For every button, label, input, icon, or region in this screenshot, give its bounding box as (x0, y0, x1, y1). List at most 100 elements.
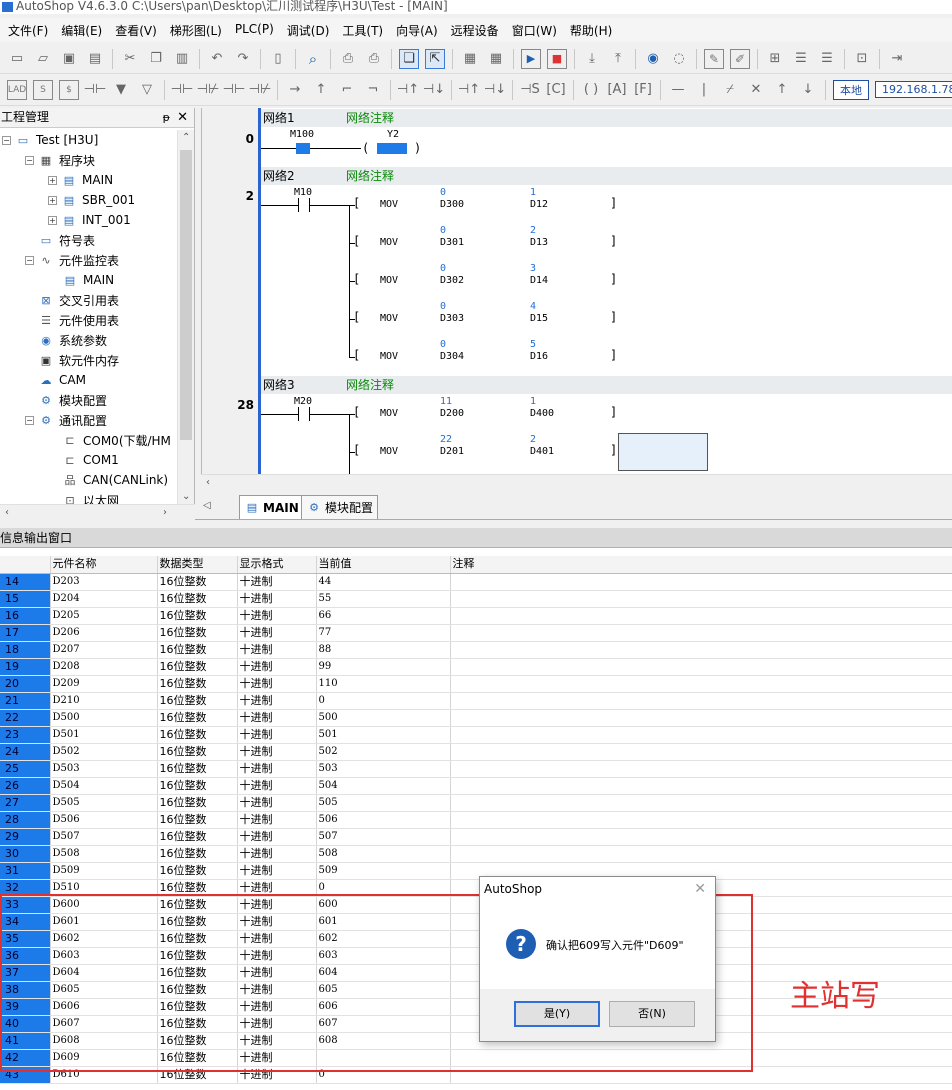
menu-file[interactable]: 文件(F) (0, 18, 53, 42)
new-file-icon[interactable]: ▭ (7, 49, 27, 69)
comment-cell[interactable] (450, 743, 952, 761)
comment-cell[interactable] (450, 828, 952, 846)
compile-icon[interactable]: ▦ (460, 49, 480, 69)
delete-vline-icon[interactable]: ✕ (746, 80, 766, 100)
step-down-icon[interactable]: ▼ (111, 80, 131, 100)
instruction-op[interactable]: MOV (380, 313, 398, 324)
compile-all-icon[interactable]: ▦ (486, 49, 506, 69)
save-all-icon[interactable]: ▤ (85, 49, 105, 69)
current-value-cell[interactable]: 99 (316, 658, 451, 676)
run-icon[interactable]: ▶ (521, 48, 541, 69)
current-value-cell[interactable]: 77 (316, 624, 451, 642)
ip-address-field[interactable]: 192.168.1.78 (875, 81, 952, 98)
window-cascade-icon[interactable]: ❏ (399, 48, 419, 69)
format-icon[interactable]: ☰ (791, 49, 811, 69)
element-name-cell[interactable]: D207 (50, 641, 158, 659)
network-header[interactable]: 网络3 网络注释 (261, 376, 952, 394)
display-format-cell[interactable]: 十进制 (237, 641, 317, 659)
move-up-icon[interactable]: ↑ (772, 80, 792, 100)
current-value-cell[interactable]: 500 (316, 709, 451, 727)
no-button[interactable]: 否(N) (609, 1001, 695, 1027)
element-name-cell[interactable]: D504 (50, 777, 158, 795)
dest-operand[interactable]: D400 (530, 408, 554, 419)
tree-node-cross-reference[interactable]: ⊠ 交叉引用表 (38, 290, 119, 310)
dest-operand[interactable]: D401 (530, 446, 554, 457)
current-value-cell[interactable]: 509 (316, 862, 451, 880)
lad-icon[interactable]: LAD (7, 79, 27, 100)
data-type-cell[interactable]: 16位整数 (157, 828, 238, 846)
data-type-cell[interactable]: 16位整数 (157, 794, 238, 812)
current-value-cell[interactable]: 502 (316, 743, 451, 761)
comment-cell[interactable] (450, 709, 952, 727)
tree-node-monitor-main[interactable]: ▤ MAIN (62, 270, 114, 290)
dest-operand[interactable]: D13 (530, 237, 548, 248)
menu-remote-device[interactable]: 远程设备 (443, 18, 504, 42)
element-name-cell[interactable]: D509 (50, 862, 158, 880)
current-value-cell[interactable]: 66 (316, 607, 451, 625)
column-header[interactable]: 数据类型 (157, 556, 238, 574)
contact-b-icon[interactable]: ⊣⊬ (197, 80, 220, 100)
stop-icon[interactable]: ■ (547, 48, 567, 69)
column-header[interactable]: 元件名称 (50, 556, 158, 574)
display-format-cell[interactable]: 十进制 (237, 624, 317, 642)
window-export-icon[interactable]: ⇱ (425, 48, 445, 69)
paste-icon[interactable]: ▥ (172, 49, 192, 69)
table-row[interactable]: 22 D500 16位整数 十进制 500 (0, 709, 952, 727)
element-name-cell[interactable]: D210 (50, 692, 158, 710)
function-f-icon[interactable]: [F] (633, 80, 653, 100)
lock-icon[interactable]: ⊡ (852, 49, 872, 69)
tab-module-config[interactable]: ⚙ 模块配置 (301, 495, 379, 519)
expand-icon[interactable]: + (48, 175, 57, 185)
comment-cell[interactable] (450, 811, 952, 829)
element-name-cell[interactable]: D501 (50, 726, 158, 744)
tab-main[interactable]: ▤ MAIN (239, 495, 304, 519)
element-name-cell[interactable]: D502 (50, 743, 158, 761)
data-type-cell[interactable]: 16位整数 (157, 658, 238, 676)
tree-node-com1[interactable]: ⊏ COM1 (62, 450, 118, 470)
current-value-cell[interactable]: 503 (316, 760, 451, 778)
element-name-cell[interactable]: D208 (50, 658, 158, 676)
network-comment[interactable]: 网络注释 (346, 109, 394, 127)
menu-plc[interactable]: PLC(P) (227, 18, 279, 42)
table-row[interactable]: 25 D503 16位整数 十进制 503 (0, 760, 952, 778)
parallel-rising-icon[interactable]: ⊣↑ (458, 80, 480, 100)
dest-operand[interactable]: D14 (530, 275, 548, 286)
tree-node-main[interactable]: + ▤ MAIN (48, 170, 113, 190)
horizontal-line-icon[interactable]: → (285, 80, 305, 100)
data-type-cell[interactable]: 16位整数 (157, 777, 238, 795)
table-row[interactable]: 24 D502 16位整数 十进制 502 (0, 743, 952, 761)
monitor-icon[interactable]: ◉ (643, 49, 663, 69)
current-value-cell[interactable]: 508 (316, 845, 451, 863)
copy-icon[interactable]: ❐ (146, 49, 166, 69)
comment-cell[interactable] (450, 726, 952, 744)
comment-cell[interactable] (450, 607, 952, 625)
comment-cell[interactable] (450, 641, 952, 659)
display-format-cell[interactable]: 十进制 (237, 777, 317, 795)
function-a-icon[interactable]: [A] (607, 80, 627, 100)
display-format-cell[interactable]: 十进制 (237, 573, 317, 591)
tree-node-ethernet[interactable]: ⊡ 以太网 (62, 490, 119, 505)
comment-cell[interactable] (450, 777, 952, 795)
element-name-cell[interactable]: D506 (50, 811, 158, 829)
collapse-icon[interactable]: − (25, 255, 34, 265)
element-name-cell[interactable]: D507 (50, 828, 158, 846)
collapse-icon[interactable]: − (2, 135, 11, 145)
column-header[interactable]: 注释 (450, 556, 952, 574)
instruction-op[interactable]: MOV (380, 237, 398, 248)
tree-node-module-config[interactable]: ⚙ 模块配置 (38, 390, 107, 410)
draw-vline-icon[interactable]: | (694, 80, 714, 100)
comment-cell[interactable] (450, 590, 952, 608)
data-type-cell[interactable]: 16位整数 (157, 845, 238, 863)
display-format-cell[interactable]: 十进制 (237, 743, 317, 761)
comment-cell[interactable] (450, 692, 952, 710)
local-connection-button[interactable]: 本地 (833, 79, 869, 100)
scroll-left-icon[interactable]: ‹ (206, 477, 210, 488)
source-operand[interactable]: D302 (440, 275, 464, 286)
menu-debug[interactable]: 调试(D) (279, 18, 335, 42)
data-type-cell[interactable]: 16位整数 (157, 573, 238, 591)
table-row[interactable]: 21 D210 16位整数 十进制 0 (0, 692, 952, 710)
display-format-cell[interactable]: 十进制 (237, 709, 317, 727)
parallel-a-icon[interactable]: ⊣⊢ (223, 80, 246, 100)
comment-cell[interactable] (450, 658, 952, 676)
rising-edge-icon[interactable]: ⊣↑ (397, 80, 419, 100)
